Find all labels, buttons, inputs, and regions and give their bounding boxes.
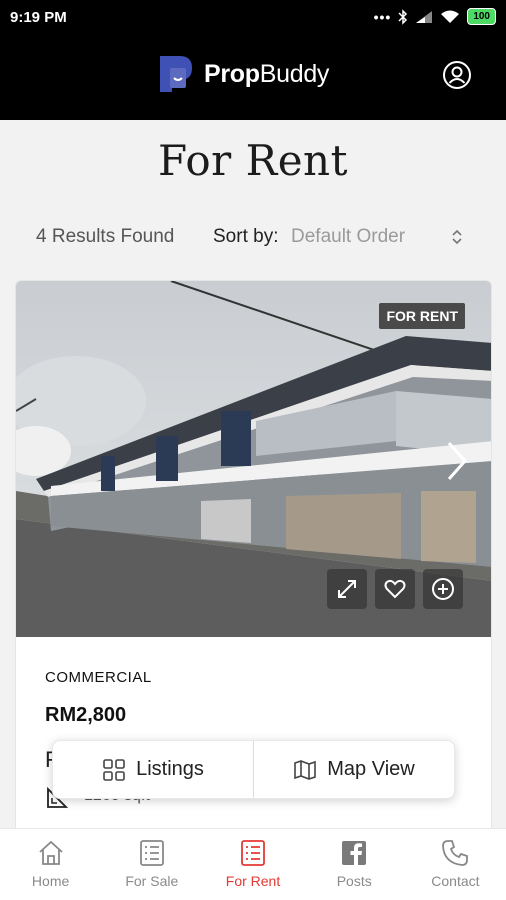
nav-item-posts[interactable]: Posts	[304, 829, 405, 900]
nav-label-for-sale: For Sale	[125, 873, 179, 889]
map-view-label: Map View	[327, 758, 415, 780]
compare-button[interactable]	[423, 569, 463, 609]
expand-button[interactable]	[327, 569, 367, 609]
nav-item-for-sale[interactable]: For Sale	[101, 829, 202, 900]
nav-item-contact[interactable]: Contact	[405, 829, 506, 900]
page-title: For Rent	[158, 136, 348, 185]
status-time: 9:19 PM	[10, 9, 67, 26]
app-logo[interactable]: PropBuddy	[158, 54, 329, 94]
list-icon	[139, 840, 164, 866]
sort-select[interactable]: Default Order	[291, 226, 405, 248]
chevron-right-icon[interactable]	[443, 439, 471, 483]
map-view-button[interactable]: Map View	[253, 741, 454, 798]
plus-circle-icon	[432, 578, 454, 600]
home-icon	[38, 840, 63, 865]
nav-item-home[interactable]: Home	[0, 829, 101, 900]
facebook-icon	[342, 841, 367, 865]
listings-view-label: Listings	[136, 758, 204, 780]
building-illustration	[16, 281, 491, 637]
listings-view-button[interactable]: Listings	[53, 741, 253, 798]
favorite-button[interactable]	[375, 569, 415, 609]
propbuddy-logo-icon	[160, 56, 192, 92]
sort-chevron-icon[interactable]	[450, 227, 464, 247]
nav-item-for-rent[interactable]: For Rent	[202, 829, 303, 900]
expand-icon	[338, 580, 356, 598]
nav-label-posts: Posts	[336, 873, 372, 889]
results-row: 4 Results Found Sort by: Default Order	[36, 224, 476, 250]
heart-icon	[384, 579, 406, 599]
app-name: PropBuddy	[204, 59, 330, 88]
listing-photo[interactable]: FOR RENT	[16, 281, 491, 637]
view-toggle: Listings Map View	[52, 740, 455, 799]
bluetooth-icon	[398, 8, 408, 25]
status-icons: ••• 100	[374, 8, 496, 25]
signal-icon	[416, 10, 433, 23]
list-icon	[241, 840, 265, 866]
sort-label: Sort by:	[213, 226, 279, 247]
status-bar: 9:19 PM ••• 100	[0, 0, 506, 36]
results-count: 4 Results Found	[36, 226, 175, 247]
battery-indicator: 100	[467, 8, 496, 25]
listing-price: RM2,800	[45, 704, 127, 726]
map-icon	[294, 759, 317, 780]
profile-icon[interactable]	[442, 60, 472, 90]
listing-type: COMMERCIAL	[45, 669, 152, 686]
nav-label-contact: Contact	[431, 873, 480, 889]
more-dots-icon: •••	[373, 8, 392, 25]
wifi-icon	[441, 10, 460, 23]
app-header: PropBuddy	[0, 36, 506, 120]
listing-badge: FOR RENT	[379, 303, 465, 329]
grid-icon	[103, 758, 125, 781]
bottom-nav: Home For Sale For Rent Posts Contact	[0, 828, 506, 900]
nav-label-home: Home	[31, 873, 70, 889]
nav-label-for-rent: For Rent	[225, 873, 281, 889]
phone-icon	[442, 840, 469, 866]
